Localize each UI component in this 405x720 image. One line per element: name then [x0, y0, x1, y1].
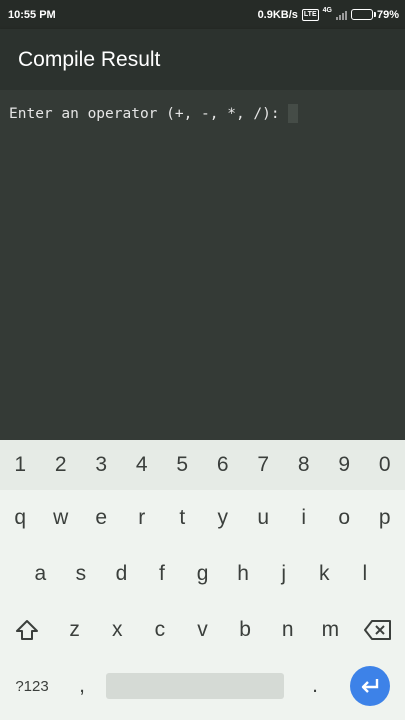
shift-icon: [15, 620, 38, 640]
number-key[interactable]: 1: [0, 453, 41, 477]
network-type: 4G: [322, 7, 332, 14]
keyboard-row-z: zxcvbnm: [0, 602, 405, 658]
console-prompt: Enter an operator (+, -, *, /):: [9, 105, 280, 122]
keyboard-row-a: asdfghjkl: [0, 546, 405, 602]
letter-key[interactable]: m: [309, 618, 352, 642]
letter-key[interactable]: p: [365, 506, 405, 530]
keyboard-bottom-row: ?123 , .: [0, 658, 405, 714]
backspace-icon: [364, 620, 392, 640]
number-key[interactable]: 9: [324, 453, 365, 477]
letter-key[interactable]: d: [101, 562, 142, 586]
console-output: Enter an operator (+, -, *, /):: [0, 90, 405, 440]
letter-key[interactable]: x: [96, 618, 139, 642]
letter-key[interactable]: g: [182, 562, 223, 586]
period-key[interactable]: .: [290, 674, 340, 698]
page-title: Compile Result: [18, 47, 161, 71]
volte-icon: LTE: [301, 8, 319, 21]
status-icons: 0.9KB/s LTE 4G 79%: [257, 7, 399, 21]
letter-key[interactable]: a: [20, 562, 61, 586]
symbols-key[interactable]: ?123: [0, 678, 64, 695]
letter-key[interactable]: q: [0, 506, 41, 530]
letter-key[interactable]: e: [81, 506, 122, 530]
letter-key[interactable]: u: [243, 506, 284, 530]
letter-key[interactable]: w: [41, 506, 82, 530]
signal-icon: [335, 10, 347, 20]
number-key[interactable]: 4: [122, 453, 163, 477]
space-key[interactable]: [106, 673, 284, 699]
letter-key[interactable]: s: [61, 562, 102, 586]
letter-key[interactable]: h: [223, 562, 264, 586]
letter-key[interactable]: k: [304, 562, 345, 586]
shift-key[interactable]: [0, 618, 53, 642]
status-bar: 10:55 PM 0.9KB/s LTE 4G 79%: [0, 0, 405, 29]
number-key[interactable]: 2: [41, 453, 82, 477]
letter-key[interactable]: j: [263, 562, 304, 586]
letter-key[interactable]: r: [122, 506, 163, 530]
number-key[interactable]: 3: [81, 453, 122, 477]
letter-key[interactable]: l: [345, 562, 386, 586]
enter-key[interactable]: [350, 666, 390, 706]
console-input[interactable]: [287, 104, 298, 123]
number-key[interactable]: 7: [243, 453, 284, 477]
letter-key[interactable]: y: [203, 506, 244, 530]
battery-percent: 79%: [376, 8, 399, 21]
letter-key[interactable]: v: [181, 618, 224, 642]
battery-icon: [350, 9, 376, 20]
keyboard-number-row: 1234567890: [0, 440, 405, 490]
letter-key[interactable]: t: [162, 506, 203, 530]
soft-keyboard: 1234567890 qwertyuiop asdfghjkl zxcvbnm …: [0, 440, 405, 720]
delete-key[interactable]: [352, 619, 405, 641]
number-key[interactable]: 8: [284, 453, 325, 477]
letter-key[interactable]: f: [142, 562, 183, 586]
console-line: Enter an operator (+, -, *, /):: [9, 104, 396, 123]
letter-key[interactable]: b: [224, 618, 267, 642]
letter-key[interactable]: o: [324, 506, 365, 530]
number-key[interactable]: 5: [162, 453, 203, 477]
screen: 10:55 PM 0.9KB/s LTE 4G 79% Compile Resu…: [0, 0, 405, 720]
app-bar: Compile Result: [0, 29, 405, 90]
number-key[interactable]: 0: [365, 453, 405, 477]
number-key[interactable]: 6: [203, 453, 244, 477]
enter-icon: [361, 679, 379, 693]
status-time: 10:55 PM: [8, 8, 56, 21]
network-speed: 0.9KB/s: [257, 8, 298, 21]
keyboard-row-q: qwertyuiop: [0, 490, 405, 546]
letter-key[interactable]: z: [53, 618, 96, 642]
letter-key[interactable]: i: [284, 506, 325, 530]
letter-key[interactable]: n: [266, 618, 309, 642]
letter-key[interactable]: c: [139, 618, 182, 642]
comma-key[interactable]: ,: [64, 674, 100, 698]
